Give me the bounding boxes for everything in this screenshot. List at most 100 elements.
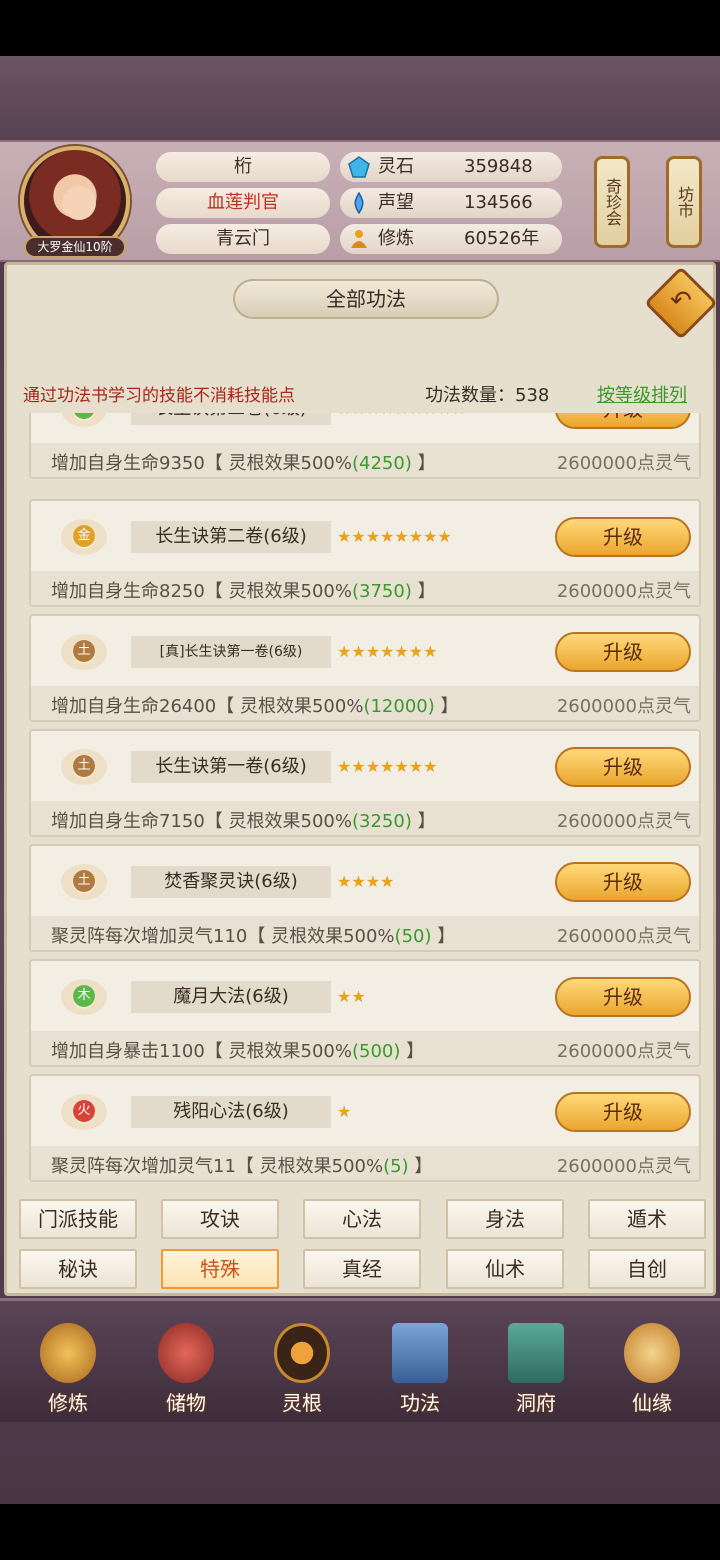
skill-count: 功法数量：538 <box>425 385 550 406</box>
category-escape[interactable]: 遁术 <box>588 1199 706 1239</box>
category-self-created[interactable]: 自创 <box>588 1249 706 1289</box>
skill-card: 土 焚香聚灵诀(6级) ★★★★ 升级 聚灵阵每次增加灵气110【 灵根效果50… <box>29 844 701 952</box>
resource-cultivation: 修炼 60526年 <box>340 224 562 254</box>
resource-value: 60526年 <box>464 228 540 249</box>
bottom-nav: 修炼 储物 灵根 功法 洞府 仙缘 <box>0 1298 720 1422</box>
nav-spirit-root[interactable]: 灵根 <box>252 1311 352 1419</box>
resource-spirit-stone: 灵石 359848 <box>340 152 562 182</box>
skill-card: 土 长生诀第一卷(6级) ★★★★★★★ 升级 增加自身生命7150【 灵根效果… <box>29 729 701 837</box>
resource-value: 359848 <box>464 156 533 177</box>
skill-cost: 2600000点灵气 <box>556 581 691 602</box>
rank-badge: 大罗金仙10阶 <box>24 236 126 258</box>
wood-element-icon: 木 <box>73 985 95 1007</box>
upgrade-button[interactable]: 升级 <box>555 517 691 557</box>
nav-label: 洞府 <box>516 1391 556 1415</box>
skill-card: 土 [真]长生诀第一卷(6级) ★★★★★★★ 升级 增加自身生命26400【 … <box>29 614 701 722</box>
earth-element-icon: 土 <box>73 755 95 777</box>
back-arrow-icon: ↶ <box>670 286 692 316</box>
skill-description: 增加自身生命8250【 灵根效果500%(3750) 】 <box>51 581 436 602</box>
bag-icon <box>158 1323 214 1383</box>
fire-element-icon: 火 <box>73 1100 95 1122</box>
house-icon <box>508 1323 564 1383</box>
upgrade-button[interactable]: 升级 <box>555 632 691 672</box>
player-name: 桁 <box>156 152 330 182</box>
book-icon <box>392 1323 448 1383</box>
resource-label: 修炼 <box>378 228 414 249</box>
nav-label: 修炼 <box>48 1391 88 1415</box>
nav-storage[interactable]: 储物 <box>136 1311 236 1419</box>
category-mind[interactable]: 心法 <box>303 1199 421 1239</box>
category-sect-skills[interactable]: 门派技能 <box>19 1199 137 1239</box>
resource-label: 灵石 <box>378 156 414 177</box>
skill-name: 焚香聚灵诀(6级) <box>131 866 331 898</box>
skill-name: 长生诀第三卷(6级) <box>131 413 331 425</box>
skill-tip: 通过功法书学习的技能不消耗技能点 <box>23 386 295 406</box>
spirit-stone-icon <box>348 156 370 178</box>
category-movement[interactable]: 身法 <box>446 1199 564 1239</box>
skill-stars: ★★★★ <box>337 872 395 891</box>
upgrade-button[interactable]: 升级 <box>555 1092 691 1132</box>
nav-label: 仙缘 <box>632 1391 672 1415</box>
category-immortal-art[interactable]: 仙术 <box>446 1249 564 1289</box>
skill-stars: ★★★★★★★★ <box>337 527 452 546</box>
resource-reputation: 声望 134566 <box>340 188 562 218</box>
skill-name: 魔月大法(6级) <box>131 981 331 1013</box>
reputation-icon <box>354 192 364 214</box>
market-button[interactable]: 坊市 <box>666 156 702 248</box>
skill-name: 长生诀第一卷(6级) <box>131 751 331 783</box>
skill-cost: 2600000点灵气 <box>556 926 691 947</box>
skill-list[interactable]: 木 长生诀第三卷(6级) ★★★★★★★★★ 升级 增加自身生命9350【 灵根… <box>25 413 705 1189</box>
skill-card: 木 长生诀第三卷(6级) ★★★★★★★★★ 升级 增加自身生命9350【 灵根… <box>29 413 701 479</box>
system-nav-area <box>0 1504 720 1560</box>
nav-skills[interactable]: 功法 <box>370 1311 470 1419</box>
skill-cost: 2600000点灵气 <box>556 1041 691 1062</box>
skill-description: 聚灵阵每次增加灵气110【 灵根效果500%(50) 】 <box>51 926 456 947</box>
skill-card: 火 残阳心法(6级) ★ 升级 聚灵阵每次增加灵气11【 灵根效果500%(5)… <box>29 1074 701 1182</box>
skill-stars: ★★★★★★★ <box>337 642 438 661</box>
player-header: 大罗金仙10阶 桁 血莲判官 青云门 灵石 359848 声望 134566 修… <box>0 140 720 262</box>
treasure-fair-button[interactable]: 奇珍会 <box>594 156 630 248</box>
skill-stars: ★ <box>337 1102 352 1121</box>
metal-element-icon: 金 <box>73 525 95 547</box>
resource-label: 声望 <box>378 192 414 213</box>
upgrade-button[interactable]: 升级 <box>555 413 691 429</box>
skill-name: 长生诀第二卷(6级) <box>131 521 331 553</box>
category-scripture[interactable]: 真经 <box>303 1249 421 1289</box>
avatar-face-icon <box>62 186 96 220</box>
skill-stars: ★★ <box>337 987 366 1006</box>
skill-cost: 2600000点灵气 <box>556 811 691 832</box>
skill-name: 残阳心法(6级) <box>131 1096 331 1128</box>
skill-description: 聚灵阵每次增加灵气11【 灵根效果500%(5) 】 <box>51 1156 433 1177</box>
skill-cost: 2600000点灵气 <box>556 1156 691 1177</box>
nav-label: 储物 <box>166 1391 206 1415</box>
skill-description: 增加自身生命9350【 灵根效果500%(4250) 】 <box>51 453 436 474</box>
skill-stars: ★★★★★★★★★ <box>337 413 466 418</box>
category-secret[interactable]: 秘诀 <box>19 1249 137 1289</box>
player-sect: 青云门 <box>156 224 330 254</box>
nav-cave[interactable]: 洞府 <box>486 1311 586 1419</box>
upgrade-button[interactable]: 升级 <box>555 977 691 1017</box>
monk-icon <box>40 1323 96 1383</box>
nav-fate[interactable]: 仙缘 <box>602 1311 702 1419</box>
nav-cultivate[interactable]: 修炼 <box>18 1311 118 1419</box>
triskelion-icon <box>274 1323 330 1383</box>
player-title: 血莲判官 <box>156 188 330 218</box>
skill-cost: 2600000点灵气 <box>556 696 691 717</box>
skill-cost: 2600000点灵气 <box>556 453 691 474</box>
cultivation-icon <box>351 230 367 248</box>
upgrade-button[interactable]: 升级 <box>555 862 691 902</box>
skill-description: 增加自身生命7150【 灵根效果500%(3250) 】 <box>51 811 436 832</box>
category-special[interactable]: 特殊 <box>161 1249 279 1289</box>
skill-card: 木 魔月大法(6级) ★★ 升级 增加自身暴击1100【 灵根效果500%(50… <box>29 959 701 1067</box>
nav-label: 灵根 <box>282 1391 322 1415</box>
skill-name: [真]长生诀第一卷(6级) <box>131 636 331 668</box>
upgrade-button[interactable]: 升级 <box>555 747 691 787</box>
skill-stars: ★★★★★★★ <box>337 757 438 776</box>
skills-panel: 全部功法 ↶ 通过功法书学习的技能不消耗技能点 功法数量：538 按等级排列 木… <box>4 262 718 1296</box>
earth-element-icon: 土 <box>73 870 95 892</box>
skill-card: 金 长生诀第二卷(6级) ★★★★★★★★ 升级 增加自身生命8250【 灵根效… <box>29 499 701 607</box>
sort-by-level-link[interactable]: 按等级排列 <box>597 381 687 407</box>
category-attack[interactable]: 攻诀 <box>161 1199 279 1239</box>
resource-value: 134566 <box>464 192 533 213</box>
earth-element-icon: 土 <box>73 640 95 662</box>
